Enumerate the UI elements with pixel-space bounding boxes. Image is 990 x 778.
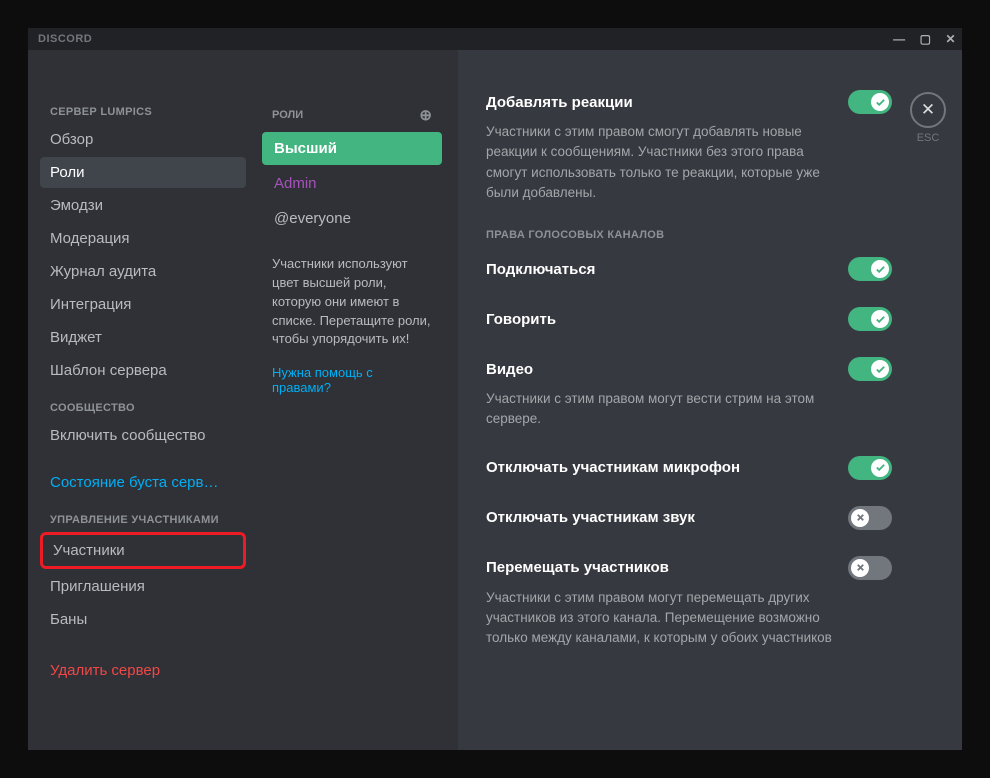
sidebar-item-bans[interactable]: Баны — [40, 604, 246, 635]
toggle-add-reactions[interactable] — [848, 90, 892, 114]
app-window: DISCORD — ▢ ✕ СЕРВЕР LUMPICS Обзор Роли … — [28, 28, 962, 750]
sidebar-item-members[interactable]: Участники — [40, 532, 246, 569]
perm-desc: Участники с этим правом смогут добавлять… — [486, 122, 846, 203]
close-settings: ✕ ESC — [910, 92, 946, 144]
sidebar-item-enable-community[interactable]: Включить сообщество — [40, 420, 246, 451]
perm-title: Подключаться — [486, 261, 595, 278]
minimize-icon[interactable]: — — [893, 32, 906, 46]
role-item-admin[interactable]: Admin — [262, 167, 442, 200]
close-label: ESC — [917, 132, 940, 144]
role-item-everyone[interactable]: @everyone — [262, 202, 442, 235]
toggle-deafen-members[interactable] — [848, 506, 892, 530]
toggle-move-members[interactable] — [848, 556, 892, 580]
perm-add-reactions: Добавлять реакции Участники с этим право… — [486, 90, 892, 203]
settings-sidebar: СЕРВЕР LUMPICS Обзор Роли Эмодзи Модерац… — [28, 50, 258, 750]
roles-hint-text: Участники используют цвет высшей роли, к… — [262, 237, 442, 359]
sidebar-item-invites[interactable]: Приглашения — [40, 571, 246, 602]
sidebar-item-boost-status[interactable]: Состояние буста серв… — [40, 467, 246, 498]
toggle-connect[interactable] — [848, 257, 892, 281]
sidebar-item-audit-log[interactable]: Журнал аудита — [40, 256, 246, 287]
sidebar-item-overview[interactable]: Обзор — [40, 124, 246, 155]
permissions-panel: ✕ ESC Добавлять реакции Участники с этим… — [458, 50, 962, 750]
close-button[interactable]: ✕ — [910, 92, 946, 128]
voice-perms-header: ПРАВА ГОЛОСОВЫХ КАНАЛОВ — [486, 229, 892, 241]
perm-title: Перемещать участников — [486, 559, 669, 576]
perm-title: Говорить — [486, 311, 556, 328]
sidebar-header-management: УПРАВЛЕНИЕ УЧАСТНИКАМИ — [40, 514, 246, 526]
add-role-icon[interactable]: ⊕ — [419, 106, 432, 124]
toggle-speak[interactable] — [848, 307, 892, 331]
sidebar-item-roles[interactable]: Роли — [40, 157, 246, 188]
perm-video: Видео Участники с этим правом могут вест… — [486, 357, 892, 430]
toggle-mute-members[interactable] — [848, 456, 892, 480]
roles-column: РОЛИ ⊕ Высший Admin @everyone Участники … — [258, 50, 458, 750]
sidebar-header-community: СООБЩЕСТВО — [40, 402, 246, 414]
roles-help-link[interactable]: Нужна помощь с правами? — [262, 359, 442, 401]
titlebar: DISCORD — ▢ ✕ — [28, 28, 962, 50]
sidebar-header-server: СЕРВЕР LUMPICS — [40, 106, 246, 118]
perm-move-members: Перемещать участников Участники с этим п… — [486, 556, 892, 649]
close-icon[interactable]: ✕ — [945, 32, 956, 46]
sidebar-item-delete-server[interactable]: Удалить сервер — [40, 655, 246, 686]
sidebar-item-widget[interactable]: Виджет — [40, 322, 246, 353]
window-controls: — ▢ ✕ — [893, 32, 956, 46]
sidebar-item-template[interactable]: Шаблон сервера — [40, 355, 246, 386]
perm-desc: Участники с этим правом могут вести стри… — [486, 389, 846, 430]
perm-title: Видео — [486, 361, 533, 378]
perm-mute-members: Отключать участникам микрофон — [486, 456, 892, 480]
perm-desc: Участники с этим правом могут перемещать… — [486, 588, 846, 649]
toggle-video[interactable] — [848, 357, 892, 381]
sidebar-item-integrations[interactable]: Интеграция — [40, 289, 246, 320]
perm-connect: Подключаться — [486, 257, 892, 281]
perm-title: Отключать участникам звук — [486, 509, 695, 526]
maximize-icon[interactable]: ▢ — [920, 32, 932, 46]
sidebar-item-moderation[interactable]: Модерация — [40, 223, 246, 254]
perm-title: Отключать участникам микрофон — [486, 459, 740, 476]
perm-speak: Говорить — [486, 307, 892, 331]
role-item-highest[interactable]: Высший — [262, 132, 442, 165]
sidebar-item-emoji[interactable]: Эмодзи — [40, 190, 246, 221]
roles-header-label: РОЛИ — [272, 109, 303, 121]
app-name: DISCORD — [38, 33, 92, 45]
perm-title: Добавлять реакции — [486, 94, 633, 111]
perm-deafen-members: Отключать участникам звук — [486, 506, 892, 530]
